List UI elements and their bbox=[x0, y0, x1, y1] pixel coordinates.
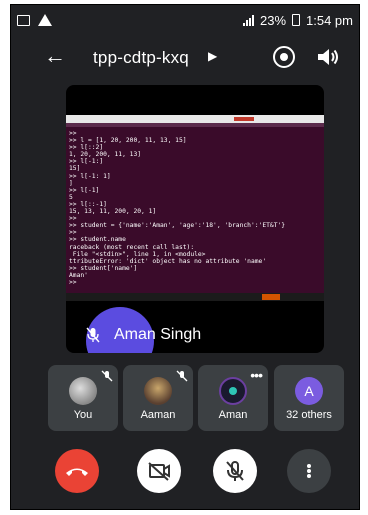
warning-icon bbox=[38, 14, 52, 26]
terminal-line: >> bbox=[69, 130, 77, 137]
presentation-tile[interactable]: >> >> l = [1, 20, 200, 11, 13, 15] >> l[::… bbox=[66, 85, 324, 353]
participant-name: You bbox=[73, 409, 93, 421]
terminal-line: ] bbox=[69, 179, 73, 187]
participant-strip: You Aaman ••• Aman A 32 others bbox=[48, 365, 344, 433]
participant-tile-others[interactable]: A 32 others bbox=[274, 365, 344, 431]
terminal-line: >> l[-1] bbox=[69, 186, 100, 194]
gallery-icon bbox=[17, 14, 30, 26]
battery-percent: 23% bbox=[259, 12, 287, 28]
participant-tile-you[interactable]: You bbox=[48, 365, 118, 431]
mic-off-icon bbox=[101, 370, 113, 382]
switch-camera-icon[interactable] bbox=[273, 46, 295, 68]
participant-name: Aaman bbox=[140, 409, 176, 421]
mic-off-icon bbox=[176, 370, 188, 382]
avatar: A bbox=[295, 377, 323, 405]
terminal-line: >> student.name bbox=[69, 236, 126, 244]
main-participant-name: Aman Singh bbox=[114, 326, 202, 343]
end-call-button[interactable] bbox=[55, 449, 99, 493]
terminal-line: >> l[-1:] bbox=[69, 158, 104, 166]
terminal-line: File "<stdin>", line 1, in <module> bbox=[69, 250, 206, 258]
terminal-line: >> bbox=[69, 215, 77, 223]
back-arrow-icon[interactable]: ← bbox=[43, 45, 67, 69]
terminal-line: >> student = {'name':'Aman', 'age':'18',… bbox=[69, 222, 286, 230]
screen-share-banner bbox=[66, 293, 324, 301]
mic-off-icon bbox=[86, 327, 100, 343]
clock: 1:54 pm bbox=[306, 12, 353, 28]
main-participant-label: Aman Singh bbox=[66, 321, 324, 349]
terminal-line: 5 bbox=[69, 193, 73, 201]
avatar bbox=[144, 377, 172, 405]
terminal-line: >> l[::-1] bbox=[69, 200, 107, 208]
terminal-line: 1, 20, 200, 11, 13] bbox=[69, 151, 142, 159]
camera-toggle-button[interactable] bbox=[137, 449, 181, 493]
chevron-right-icon[interactable]: ▶ bbox=[208, 49, 217, 63]
signal-icon bbox=[242, 14, 254, 26]
participant-tile-aaman[interactable]: Aaman bbox=[123, 365, 193, 431]
more-options-icon[interactable]: ••• bbox=[250, 367, 263, 383]
terminal-output: >> >> l = [1, 20, 200, 11, 13, 15] >> l[::… bbox=[66, 127, 324, 286]
avatar bbox=[69, 377, 97, 405]
participant-name: Aman bbox=[218, 409, 248, 421]
terminal-line: 15] bbox=[69, 165, 81, 173]
terminal-line: >> l[-1: 1] bbox=[69, 172, 111, 180]
terminal-line: Aman' bbox=[69, 271, 88, 279]
terminal-line: >> l[::2] bbox=[69, 144, 104, 152]
call-controls bbox=[11, 445, 359, 495]
status-bar: 23% 1:54 pm bbox=[11, 5, 359, 35]
stop-sharing-button bbox=[262, 294, 280, 300]
terminal-line: ttributeError: 'dict' object has no attr… bbox=[69, 257, 267, 265]
meet-call-screen: 23% 1:54 pm ← tpp-cdtp-kxq ▶ >> >> l = [1… bbox=[10, 4, 360, 510]
shared-window-titlebar bbox=[66, 115, 324, 123]
camera-off-icon bbox=[148, 462, 170, 481]
shared-screen: >> >> l = [1, 20, 200, 11, 13, 15] >> l[::… bbox=[66, 115, 324, 301]
mic-off-icon bbox=[226, 461, 244, 481]
mic-toggle-button[interactable] bbox=[213, 449, 257, 493]
terminal-line: >> l = [1, 20, 200, 11, 13, 15] bbox=[69, 137, 187, 145]
battery-icon bbox=[292, 14, 301, 26]
terminal-line: >> bbox=[69, 229, 77, 237]
terminal-line: >> student['name'] bbox=[69, 264, 138, 272]
avatar bbox=[219, 377, 247, 405]
participant-name: 32 others bbox=[286, 409, 332, 421]
terminal-line: >> bbox=[69, 278, 77, 286]
speaker-icon[interactable] bbox=[316, 46, 340, 68]
more-options-button[interactable] bbox=[287, 449, 331, 493]
meeting-code[interactable]: tpp-cdtp-kxq bbox=[93, 48, 189, 68]
terminal-line: 15, 13, 11, 200, 20, 1] bbox=[69, 208, 157, 216]
participant-tile-aman[interactable]: ••• Aman bbox=[198, 365, 268, 431]
hang-up-icon bbox=[66, 468, 88, 476]
terminal-line: raceback (most recent call last): bbox=[69, 243, 195, 251]
call-top-bar: ← tpp-cdtp-kxq ▶ bbox=[11, 35, 359, 79]
